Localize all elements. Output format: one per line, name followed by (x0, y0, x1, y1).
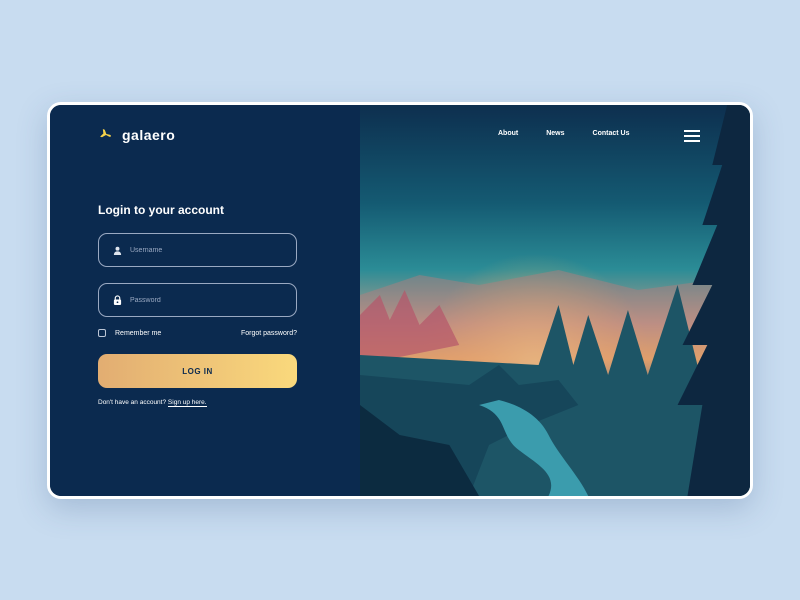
nav-about[interactable]: About (498, 130, 518, 137)
nav-contact-us[interactable]: Contact Us (593, 130, 630, 137)
options-row: Remember me Forgot password? (98, 329, 297, 337)
remember-label: Remember me (115, 329, 162, 337)
username-input[interactable] (130, 246, 270, 254)
top-nav: About News Contact Us (498, 130, 657, 137)
hamburger-icon[interactable] (684, 130, 700, 145)
login-title: Login to your account (98, 203, 224, 217)
user-icon (113, 246, 122, 255)
forgot-password-link[interactable]: Forgot password? (241, 330, 297, 337)
username-field[interactable] (98, 233, 297, 267)
nav-news[interactable]: News (546, 130, 564, 137)
logo[interactable]: galaero (100, 127, 175, 143)
login-panel: galaero Login to your account Remember m… (50, 105, 360, 496)
password-input[interactable] (130, 296, 270, 304)
forest-landscape-image (360, 105, 750, 496)
password-field[interactable] (98, 283, 297, 317)
login-button[interactable]: LOG IN (98, 354, 297, 388)
hero-illustration: About News Contact Us (360, 105, 750, 496)
brand-name: galaero (122, 127, 176, 143)
lock-icon (113, 295, 122, 305)
remember-me-checkbox[interactable]: Remember me (98, 329, 161, 337)
signup-prompt-text: Don't have an account? (98, 399, 167, 406)
checkbox-box[interactable] (98, 329, 106, 337)
signup-prompt: Don't have an account? Sign up here. (98, 399, 207, 407)
login-card: galaero Login to your account Remember m… (47, 102, 753, 499)
airplane-icon (100, 129, 111, 138)
signup-link[interactable]: Sign up here. (167, 399, 207, 407)
